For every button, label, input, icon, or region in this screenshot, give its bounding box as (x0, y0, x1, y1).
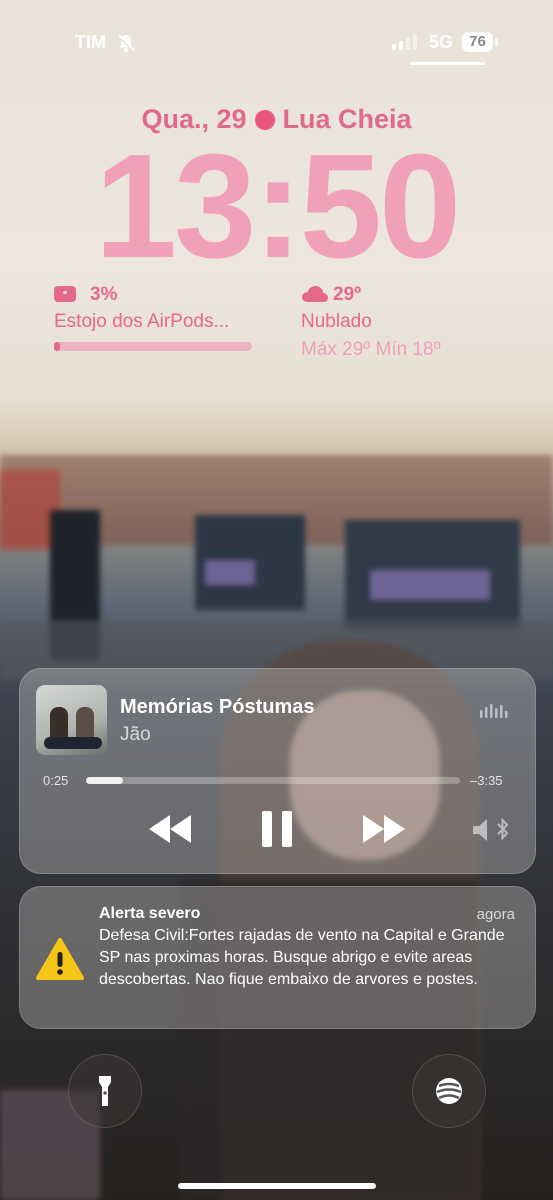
playback-progress-fill (86, 777, 124, 784)
pause-icon[interactable] (260, 811, 294, 847)
weather-range: Máx 29º Mín 18º (301, 339, 441, 360)
lock-clock: 13:50 (94, 124, 462, 289)
network-type: 5G (429, 32, 454, 52)
airpods-device-name: Estojo dos AirPods... (54, 311, 230, 332)
rewind-icon[interactable] (147, 811, 193, 847)
airpods-percent: 3% (90, 284, 118, 305)
elapsed-time: 0:25 (43, 773, 69, 788)
airpods-case-icon (54, 286, 76, 302)
airpods-battery-bar (54, 342, 252, 351)
airpods-battery-fill (54, 342, 60, 351)
home-indicator[interactable] (178, 1183, 376, 1189)
fast-forward-icon[interactable] (361, 811, 407, 847)
flashlight-icon (99, 1076, 111, 1106)
camera-icon (436, 1078, 462, 1104)
severe-alert-notification[interactable]: Alerta severo agora Defesa Civil:Fortes … (19, 886, 536, 1029)
song-artist: Jão (120, 724, 151, 745)
weather-condition: Nublado (301, 311, 372, 332)
playback-scrubber[interactable] (86, 777, 460, 784)
battery-level: 76 (462, 32, 493, 52)
warning-triangle-icon (36, 938, 84, 980)
weather-widget[interactable]: 29º Nublado Máx 29º Mín 18º (301, 284, 521, 361)
flashlight-button[interactable] (68, 1054, 142, 1128)
airpods-battery-widget[interactable]: 3% Estojo dos AirPods... (54, 284, 254, 351)
carrier-label: TIM (75, 32, 106, 52)
bell-slash-icon (116, 33, 136, 53)
cellular-signal-icon (392, 34, 417, 50)
album-artwork[interactable] (36, 685, 107, 755)
notification-center-indicator[interactable] (410, 62, 485, 65)
status-bar: TIM 5G 76 (0, 30, 553, 54)
speaker-bluetooth-icon[interactable] (472, 818, 512, 842)
notification-body: Defesa Civil:Fortes rajadas de vento na … (99, 927, 505, 988)
cloud-icon (302, 286, 328, 302)
battery-indicator: 76 (462, 32, 498, 52)
now-playing-widget[interactable]: Memórias Póstumas Jão 0:25 –3:35 (19, 668, 536, 874)
song-title: Memórias Póstumas (120, 696, 315, 718)
weather-temperature: 29º (333, 284, 362, 305)
audio-bars-icon (480, 704, 508, 718)
notification-title: Alerta severo (99, 905, 201, 922)
remaining-time: –3:35 (470, 773, 503, 788)
notification-time: agora (476, 906, 515, 923)
camera-button[interactable] (412, 1054, 486, 1128)
